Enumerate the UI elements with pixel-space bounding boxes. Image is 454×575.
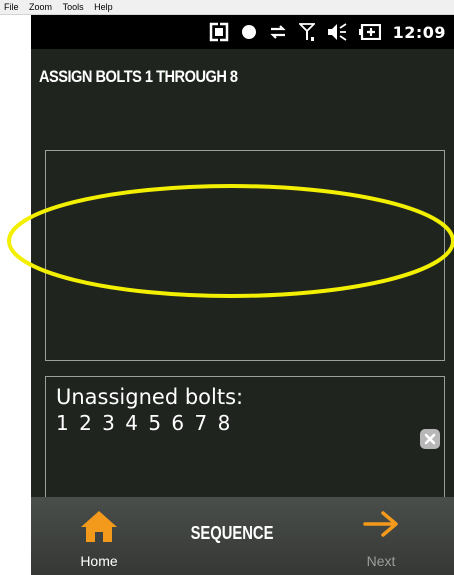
menu-file[interactable]: File [0,0,23,13]
menu-zoom[interactable]: Zoom [25,0,56,13]
page-title: ASSIGN BOLTS 1 THROUGH 8 [39,67,238,86]
signal-icon [298,23,315,41]
status-icons: 12:09 [209,22,446,42]
data-transfer-icon [269,25,286,39]
unassigned-bolts-label: Unassigned bolts: [56,385,244,409]
bolt-assignment-area[interactable] [45,150,445,361]
sync-icon [209,22,228,42]
device-screen: 12:09 ASSIGN BOLTS 1 THROUGH 8 Unassigne… [31,15,454,575]
home-label: Home [80,553,118,569]
clear-button[interactable] [420,429,440,449]
unassigned-bolts-list[interactable]: 1 2 3 4 5 6 7 8 [56,411,232,435]
arrow-right-icon [363,511,398,537]
menu-bar: File Zoom Tools Help [0,0,454,15]
home-icon [81,511,117,542]
battery-icon [358,24,381,40]
record-dot-icon [241,25,256,39]
next-label: Next [366,553,396,569]
home-button[interactable]: Home [69,509,129,571]
clock: 12:09 [392,22,446,42]
status-bar: 12:09 [31,15,454,49]
menu-help[interactable]: Help [90,0,117,13]
screen-name: SEQUENCE [190,523,274,543]
volume-icon [327,23,347,41]
close-icon [424,433,436,445]
next-button[interactable]: Next [351,509,411,571]
bottom-nav-bar: Home SEQUENCE Next [31,497,454,575]
menu-tools[interactable]: Tools [59,0,88,13]
